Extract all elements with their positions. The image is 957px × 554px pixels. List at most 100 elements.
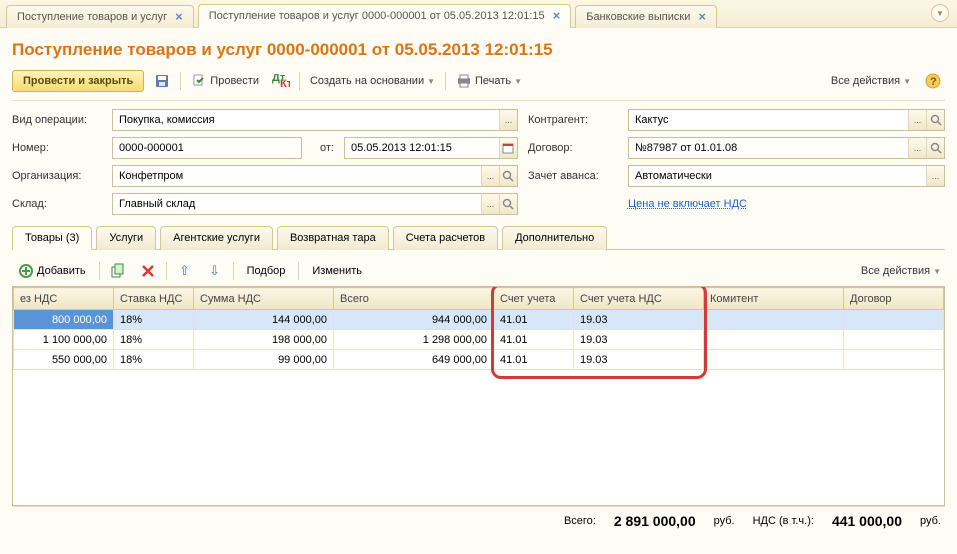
tab-services[interactable]: Услуги — [96, 226, 156, 250]
lookup-icon[interactable] — [499, 166, 517, 186]
operation-type-input[interactable]: ... — [112, 109, 518, 131]
pick-button[interactable]: Подбор — [240, 261, 293, 281]
add-row-button[interactable]: Добавить — [12, 260, 93, 282]
lookup-icon[interactable] — [926, 110, 944, 130]
goods-table[interactable]: ез НДС Ставка НДС Сумма НДС Всего Счет у… — [12, 286, 945, 506]
tab-returnable-tare[interactable]: Возвратная тара — [277, 226, 389, 250]
print-button[interactable]: Печать ▼ — [452, 71, 526, 91]
cell-total[interactable]: 944 000,00 — [334, 310, 494, 330]
contract-input[interactable]: ... — [628, 137, 945, 159]
close-icon[interactable]: × — [698, 12, 706, 22]
counterparty-input[interactable]: ... — [628, 109, 945, 131]
copy-row-icon[interactable] — [106, 260, 130, 282]
table-row[interactable]: 1 100 000,00 18% 198 000,00 1 298 000,00… — [14, 330, 944, 350]
ellipsis-icon[interactable]: ... — [499, 110, 517, 130]
tab-goods[interactable]: Товары (3) — [12, 226, 92, 250]
date-input[interactable] — [344, 137, 518, 159]
cell-account[interactable]: 41.01 — [494, 330, 574, 350]
cell-no-vat[interactable]: 800 000,00 — [14, 310, 114, 330]
cell-consignor[interactable] — [704, 310, 844, 330]
tab-settlement-accounts[interactable]: Счета расчетов — [393, 226, 498, 250]
col-contract[interactable]: Договор — [844, 288, 944, 310]
ellipsis-icon[interactable]: ... — [908, 110, 926, 130]
edit-button[interactable]: Изменить — [305, 261, 369, 281]
cell-contract[interactable] — [844, 350, 944, 370]
col-consignor[interactable]: Комитент — [704, 288, 844, 310]
col-no-vat[interactable]: ез НДС — [14, 288, 114, 310]
cell-no-vat[interactable]: 550 000,00 — [14, 350, 114, 370]
number-field[interactable] — [113, 138, 301, 158]
cell-vat-rate[interactable]: 18% — [114, 330, 194, 350]
advance-field[interactable] — [629, 166, 926, 186]
contract-field[interactable] — [629, 138, 908, 158]
tab-bank-statements[interactable]: Банковские выписки × — [575, 5, 717, 28]
col-vat-rate[interactable]: Ставка НДС — [114, 288, 194, 310]
calendar-icon[interactable] — [499, 138, 517, 158]
organization-field[interactable] — [113, 166, 481, 186]
post-button[interactable]: Провести — [187, 70, 263, 92]
cell-consignor[interactable] — [704, 330, 844, 350]
tab-agent-services[interactable]: Агентские услуги — [160, 226, 273, 250]
col-total[interactable]: Всего — [334, 288, 494, 310]
col-account[interactable]: Счет учета — [494, 288, 574, 310]
col-vat-account[interactable]: Счет учета НДС — [574, 288, 704, 310]
create-based-on-button[interactable]: Создать на основании ▼ — [306, 72, 439, 90]
dt-kt-icon[interactable]: ДтКт — [269, 70, 293, 92]
advance-input[interactable]: ... — [628, 165, 945, 187]
ellipsis-icon[interactable]: ... — [481, 166, 499, 186]
grid-all-actions-button[interactable]: Все действия ▼ — [857, 262, 945, 280]
grid-all-actions-label: Все действия — [861, 265, 930, 277]
cell-no-vat[interactable]: 1 100 000,00 — [14, 330, 114, 350]
post-label: Провести — [210, 75, 259, 87]
delete-row-icon[interactable] — [136, 260, 160, 282]
cell-total[interactable]: 1 298 000,00 — [334, 330, 494, 350]
cell-contract[interactable] — [844, 310, 944, 330]
cell-vat-account[interactable]: 19.03 — [574, 310, 704, 330]
tabs-dropdown-button[interactable] — [931, 4, 949, 22]
date-field[interactable] — [345, 138, 499, 158]
cell-total[interactable]: 649 000,00 — [334, 350, 494, 370]
vat-note-link[interactable]: Цена не включает НДС — [628, 198, 747, 210]
cell-vat-rate[interactable]: 18% — [114, 350, 194, 370]
move-up-icon[interactable]: ⇧ — [173, 260, 197, 282]
close-icon[interactable]: × — [175, 12, 183, 22]
number-input[interactable] — [112, 137, 302, 159]
tab-goods-receipt-list[interactable]: Поступление товаров и услуг × — [6, 5, 194, 28]
warehouse-input[interactable]: ... — [112, 193, 518, 215]
ellipsis-icon[interactable]: ... — [908, 138, 926, 158]
tab-additional[interactable]: Дополнительно — [502, 226, 607, 250]
ellipsis-icon[interactable]: ... — [481, 194, 499, 214]
table-row[interactable]: 550 000,00 18% 99 000,00 649 000,00 41.0… — [14, 350, 944, 370]
cell-consignor[interactable] — [704, 350, 844, 370]
lookup-icon[interactable] — [499, 194, 517, 214]
counterparty-label: Контрагент: — [528, 114, 618, 126]
post-and-close-button[interactable]: Провести и закрыть — [12, 70, 144, 92]
operation-type-field[interactable] — [113, 110, 499, 130]
cell-vat-sum[interactable]: 99 000,00 — [194, 350, 334, 370]
save-icon[interactable] — [150, 70, 174, 92]
ellipsis-icon[interactable]: ... — [926, 166, 944, 186]
cell-vat-sum[interactable]: 144 000,00 — [194, 310, 334, 330]
cell-vat-sum[interactable]: 198 000,00 — [194, 330, 334, 350]
cell-contract[interactable] — [844, 330, 944, 350]
warehouse-field[interactable] — [113, 194, 481, 214]
help-icon[interactable]: ? — [921, 70, 945, 92]
vat-label: НДС (в т.ч.): — [753, 515, 814, 527]
close-icon[interactable]: × — [553, 11, 561, 21]
cell-vat-account[interactable]: 19.03 — [574, 350, 704, 370]
counterparty-field[interactable] — [629, 110, 908, 130]
cell-vat-account[interactable]: 19.03 — [574, 330, 704, 350]
tab-goods-receipt-doc[interactable]: Поступление товаров и услуг 0000-000001 … — [198, 4, 572, 28]
organization-input[interactable]: ... — [112, 165, 518, 187]
chevron-down-icon: ▼ — [514, 77, 522, 86]
currency: руб. — [920, 515, 941, 527]
total-label: Всего: — [564, 515, 596, 527]
cell-account[interactable]: 41.01 — [494, 350, 574, 370]
move-down-icon[interactable]: ⇩ — [203, 260, 227, 282]
col-vat-sum[interactable]: Сумма НДС — [194, 288, 334, 310]
table-row[interactable]: 800 000,00 18% 144 000,00 944 000,00 41.… — [14, 310, 944, 330]
cell-account[interactable]: 41.01 — [494, 310, 574, 330]
all-actions-button[interactable]: Все действия ▼ — [827, 72, 915, 90]
lookup-icon[interactable] — [926, 138, 944, 158]
cell-vat-rate[interactable]: 18% — [114, 310, 194, 330]
